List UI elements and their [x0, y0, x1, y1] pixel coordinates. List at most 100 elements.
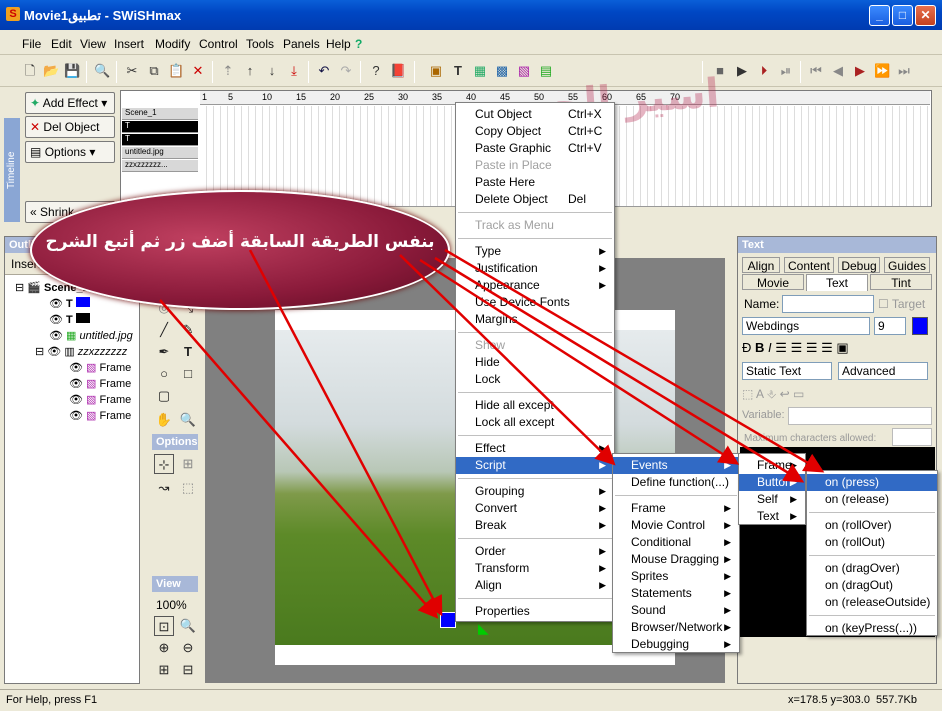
zoom-level[interactable]: 100% — [156, 598, 187, 612]
tree-item-text[interactable]: 👁 T — [49, 313, 90, 326]
bold-icon[interactable]: B — [755, 340, 764, 355]
ellipse-tool-icon[interactable]: ○ — [154, 364, 174, 384]
hand-tool-icon[interactable]: ✋ — [154, 410, 174, 430]
zoom-fit-icon[interactable]: ⊡ — [154, 616, 174, 636]
menu-item-on-press[interactable]: on (press) — [807, 474, 937, 491]
guides-icon[interactable]: ⊟ — [178, 660, 198, 680]
add-effect-button[interactable]: ✦ Add Effect ▾ — [25, 92, 115, 114]
menu-item-paste-graphic[interactable]: Paste Graphic Ctrl+V — [456, 140, 614, 157]
snap-icon[interactable]: ⊹ — [154, 454, 174, 474]
menu-item-define-function[interactable]: Define function(...) — [613, 474, 739, 491]
menu-item-statements[interactable]: Statements ▶ — [613, 585, 739, 602]
delete-icon[interactable]: ✕ — [190, 63, 206, 79]
rectangle-tool-icon[interactable]: □ — [178, 364, 198, 384]
menu-item-on-keypress[interactable]: on (keyPress(...)) — [807, 620, 937, 637]
tab-tint[interactable]: Tint — [870, 274, 932, 290]
insert-sprite-icon[interactable]: ▩ — [494, 63, 510, 79]
selected-button-object[interactable] — [440, 612, 456, 628]
menu-item-justification[interactable]: Justification ▶ — [456, 260, 614, 277]
insert-button-icon[interactable]: ▦ — [472, 63, 488, 79]
autoshape-tool-icon[interactable]: ▢ — [154, 386, 174, 406]
open-icon[interactable]: 📂 — [43, 63, 59, 79]
tree-item-sprite[interactable]: ⊟ 👁 ▥ zzxzzzzzz — [35, 345, 127, 358]
zoom-out-icon[interactable]: ⊖ — [178, 638, 198, 658]
new-icon[interactable]: 🗋 — [22, 63, 38, 79]
cut-icon[interactable]: ✂ — [124, 63, 140, 79]
play-effect-icon[interactable]: ⏯ — [778, 63, 794, 79]
line-tool-icon[interactable]: ╱ — [154, 320, 174, 340]
tab-text[interactable]: Text — [806, 274, 868, 291]
paste-icon[interactable]: 📋 — [168, 63, 184, 79]
move-bottom-icon[interactable]: ⤓ — [286, 63, 302, 79]
snap-grid-icon[interactable]: ⊞ — [178, 454, 198, 474]
font-size-select[interactable]: 9 — [874, 317, 906, 335]
tree-item-frame[interactable]: 👁 ▧ Frame — [69, 393, 131, 406]
menu-item-on-release[interactable]: on (release) — [807, 491, 937, 508]
options-button[interactable]: ▤ Options ▾ — [25, 141, 115, 163]
text-options-icon[interactable]: ▣ — [836, 340, 848, 355]
menu-item-align[interactable]: Align ▶ — [456, 577, 614, 594]
minimize-button[interactable]: _ — [869, 5, 890, 26]
menu-item-on-rollout[interactable]: on (rollOut) — [807, 534, 937, 551]
collapse-icon[interactable]: ⊟ — [35, 346, 44, 358]
tree-item-text[interactable]: 👁 T — [49, 297, 90, 310]
tree-item-image[interactable]: 👁 ▦ untitled.jpg — [49, 329, 133, 342]
timeline-layer[interactable]: zzxzzzzzz... — [122, 160, 198, 172]
zoom-tool-icon[interactable]: 🔍 — [178, 410, 198, 430]
menu-item-browser-network[interactable]: Browser/Network ▶ — [613, 619, 739, 636]
menu-item-hide[interactable]: Hide — [456, 354, 614, 371]
next-key-icon[interactable]: ⏩ — [874, 63, 890, 79]
first-frame-icon[interactable]: ⏮ — [808, 63, 824, 79]
tab-debug[interactable]: Debug — [838, 257, 880, 273]
justify-icon[interactable]: ☰ — [821, 340, 833, 355]
menu-item-break[interactable]: Break ▶ — [456, 517, 614, 534]
menu-panels[interactable]: Panels — [283, 37, 320, 51]
text-type-select[interactable]: Static Text — [742, 362, 832, 380]
prev-frame-icon[interactable]: ◀ — [830, 63, 846, 79]
max-chars-input[interactable] — [892, 428, 932, 446]
copy-icon[interactable]: ⧉ — [146, 63, 162, 79]
menu-item-script[interactable]: Script ▶ — [456, 457, 614, 474]
menu-item-events[interactable]: Events ▶ — [613, 457, 739, 474]
book-icon[interactable]: 📕 — [390, 63, 406, 79]
motion-path-icon[interactable]: ↝ — [154, 478, 174, 498]
menu-item-on-releaseoutside[interactable]: on (releaseOutside) — [807, 594, 937, 611]
maximize-button[interactable]: □ — [892, 5, 913, 26]
redo-icon[interactable]: ↷ — [338, 63, 354, 79]
target-checkbox[interactable]: ☐ Target — [878, 297, 925, 311]
menu-item-movie-control[interactable]: Movie Control ▶ — [613, 517, 739, 534]
italic-icon[interactable]: I — [768, 340, 772, 355]
menu-control[interactable]: Control — [199, 37, 238, 51]
menu-item-appearance[interactable]: Appearance ▶ — [456, 277, 614, 294]
menu-item-debugging[interactable]: Debugging ▶ — [613, 636, 739, 653]
menu-modify[interactable]: Modify — [155, 37, 190, 51]
device-font-icon[interactable]: Ɖ — [742, 340, 751, 355]
menu-item-lock[interactable]: Lock — [456, 371, 614, 388]
menu-item-transform[interactable]: Transform ▶ — [456, 560, 614, 577]
tab-content[interactable]: Content — [784, 257, 834, 273]
tree-item-frame[interactable]: 👁 ▧ Frame — [69, 361, 131, 374]
pencil-tool-icon[interactable]: ✎ — [178, 320, 198, 340]
insert-content-icon[interactable]: ▤ — [538, 63, 554, 79]
menu-item-sprites[interactable]: Sprites ▶ — [613, 568, 739, 585]
menu-item-self[interactable]: Self ▶ — [739, 491, 805, 508]
align-right-icon[interactable]: ☰ — [806, 340, 818, 355]
menu-item-frame[interactable]: Frame ▶ — [739, 457, 805, 474]
advanced-select[interactable]: Advanced — [838, 362, 928, 380]
timeline-side-tab[interactable]: Timeline — [4, 118, 20, 222]
play-timeline-icon[interactable]: ⏵ — [756, 63, 772, 79]
last-frame-icon[interactable]: ⏭ — [896, 63, 912, 79]
menu-item-on-dragout[interactable]: on (dragOut) — [807, 577, 937, 594]
timeline-layer[interactable]: T — [122, 134, 198, 146]
font-select[interactable]: Webdings — [742, 317, 870, 335]
menu-item-frame[interactable]: Frame ▶ — [613, 500, 739, 517]
tab-movie[interactable]: Movie — [742, 274, 804, 290]
menu-item-on-dragover[interactable]: on (dragOver) — [807, 560, 937, 577]
collapse-icon[interactable]: ⊟ — [15, 282, 24, 294]
menu-view[interactable]: View — [80, 37, 106, 51]
help-context-icon[interactable]: ? — [355, 37, 362, 51]
find-icon[interactable]: 🔍 — [94, 63, 110, 79]
align-left-icon[interactable]: ☰ — [775, 340, 787, 355]
timeline-layer[interactable]: Scene_1 — [122, 108, 198, 120]
menu-item-on-rollover[interactable]: on (rollOver) — [807, 517, 937, 534]
